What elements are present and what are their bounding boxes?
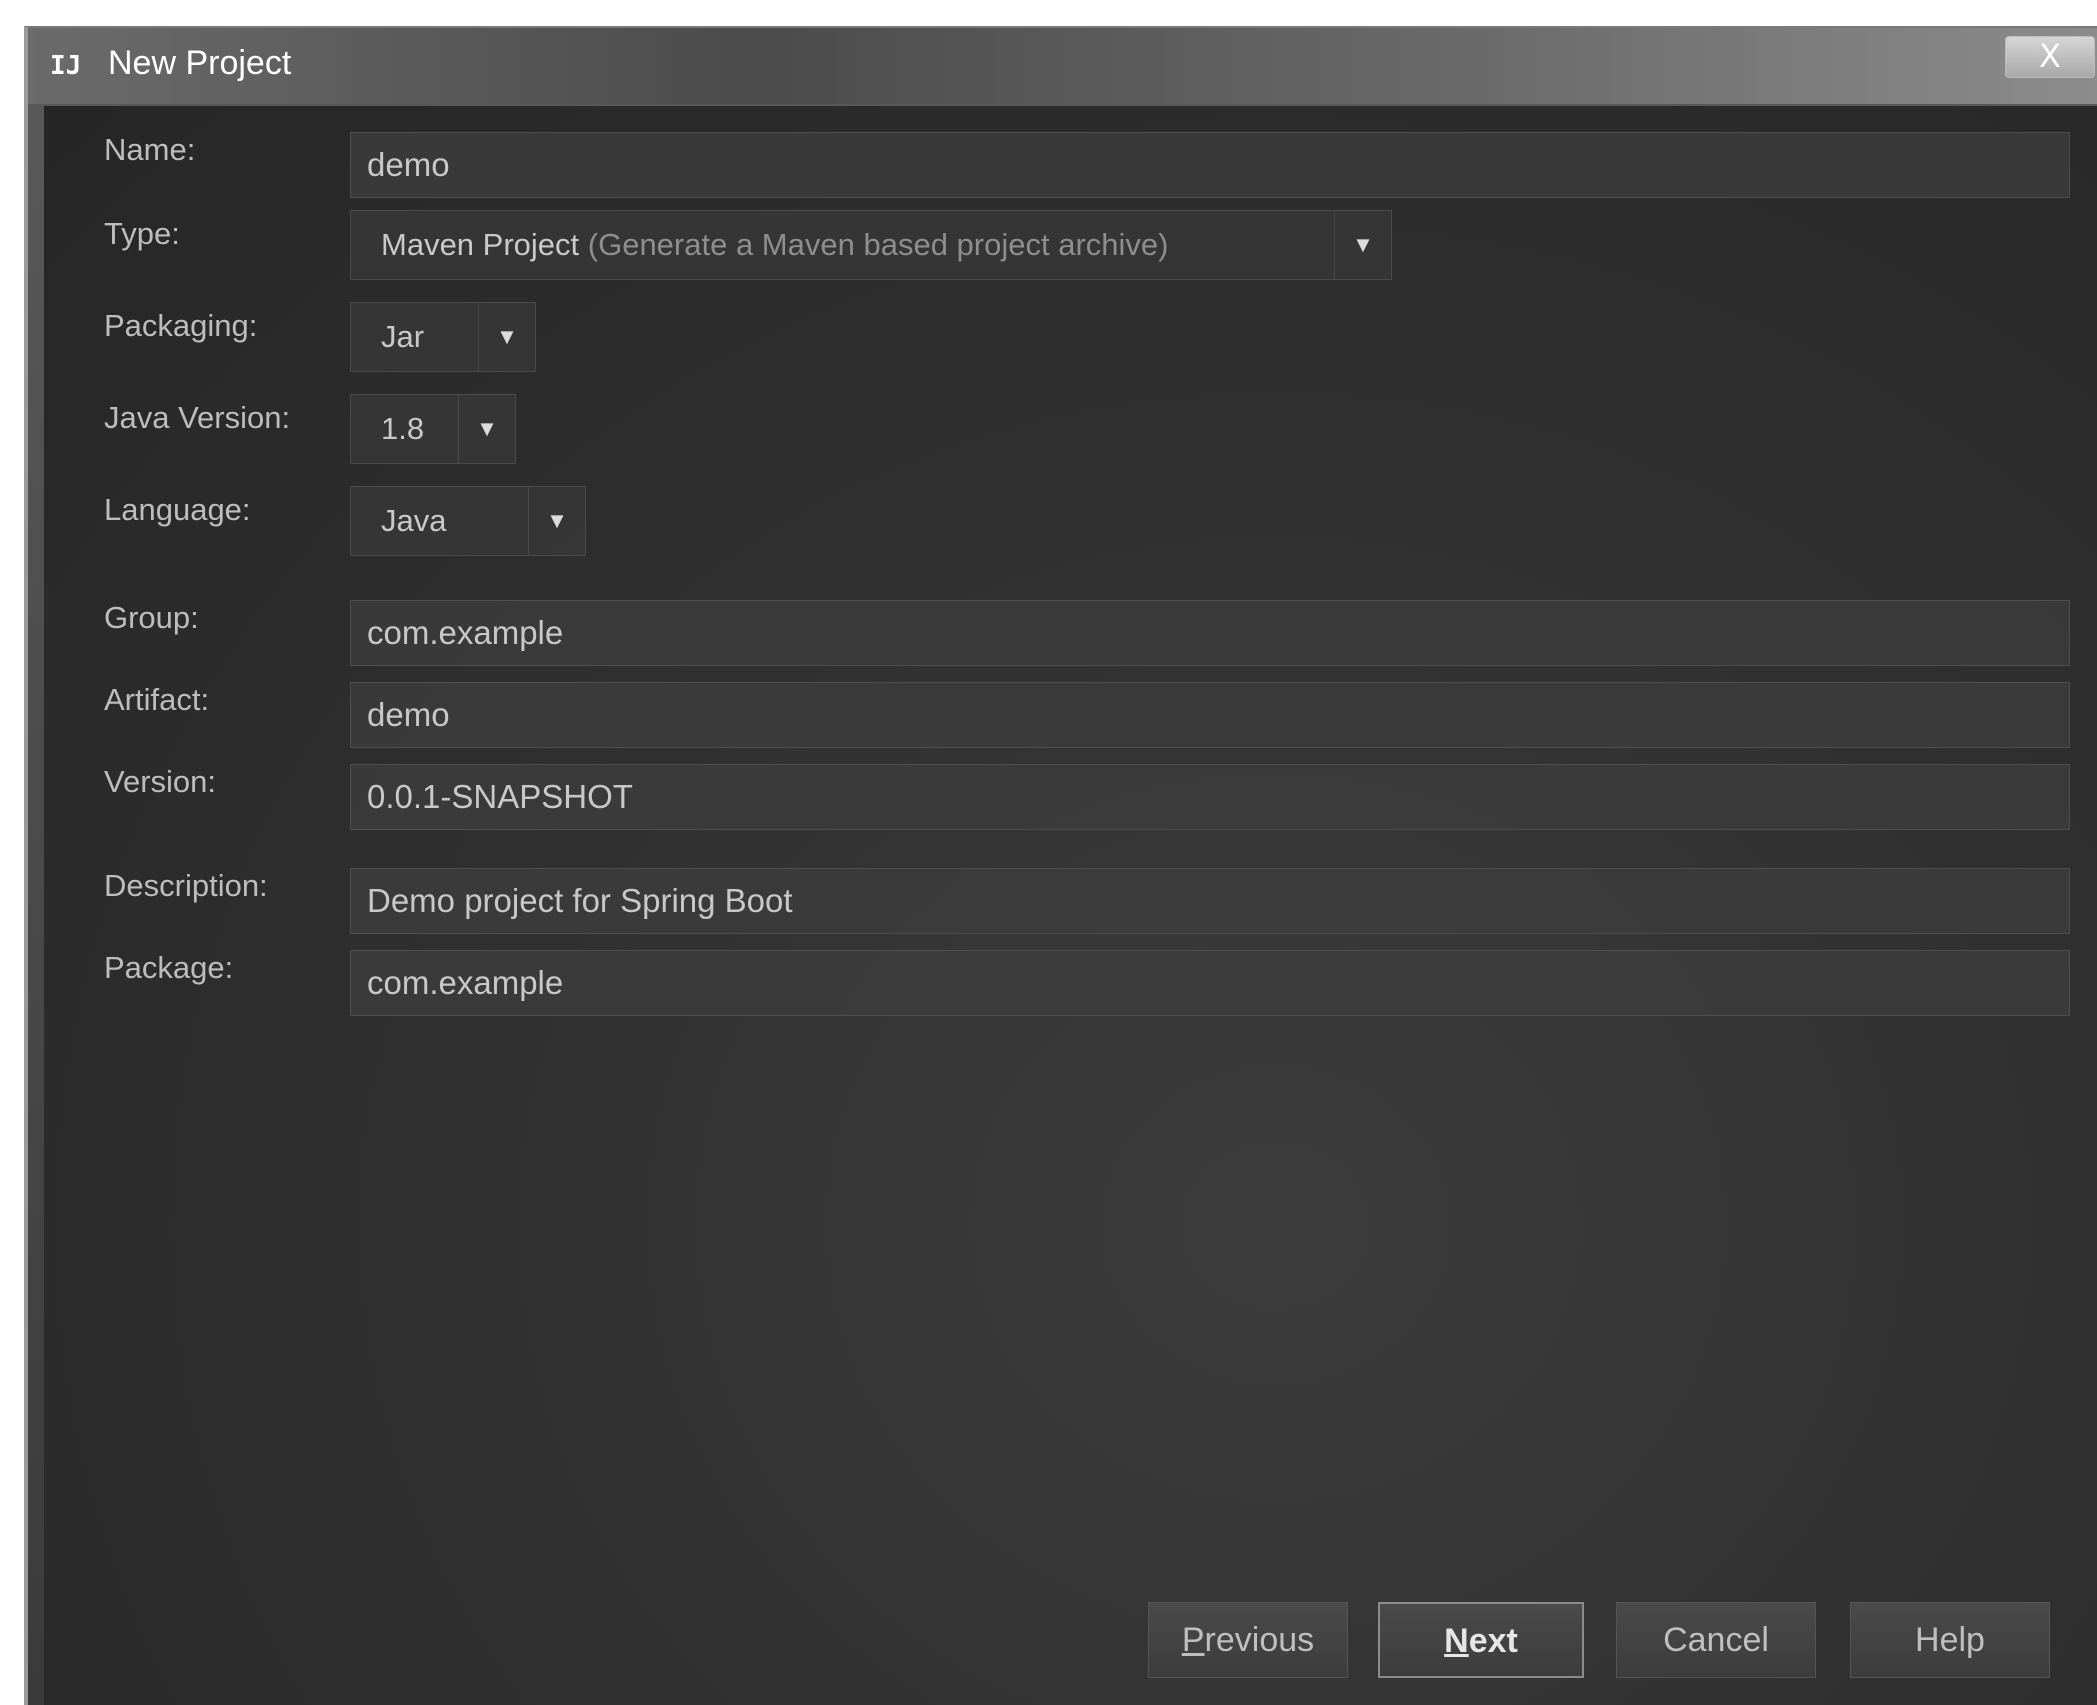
close-icon: X — [2039, 37, 2061, 75]
type-value: Maven Project — [381, 227, 580, 262]
description-input[interactable]: Demo project for Spring Boot — [350, 868, 2070, 934]
type-label: Type: — [104, 216, 180, 251]
name-label: Name: — [104, 132, 196, 167]
type-select[interactable]: Maven Project (Generate a Maven based pr… — [350, 210, 1392, 280]
language-label: Language: — [104, 492, 251, 527]
previous-button[interactable]: Previous — [1148, 1602, 1348, 1678]
type-selected-value: Maven Project (Generate a Maven based pr… — [381, 211, 1168, 279]
close-button[interactable]: X — [2005, 36, 2095, 78]
packaging-label: Packaging: — [104, 308, 258, 343]
packaging-value: Jar — [381, 319, 425, 354]
title-bar[interactable]: IJ New Project X — [28, 28, 2097, 104]
intellij-app-icon: IJ — [50, 51, 82, 81]
description-label: Description: — [104, 868, 268, 903]
package-input[interactable]: com.example — [350, 950, 2070, 1016]
package-label: Package: — [104, 950, 234, 985]
artifact-label: Artifact: — [104, 682, 210, 717]
cancel-button[interactable]: Cancel — [1616, 1602, 1816, 1678]
type-hint: (Generate a Maven based project archive) — [587, 227, 1169, 262]
chevron-down-icon[interactable]: ▼ — [528, 487, 585, 555]
packaging-select[interactable]: Jar ▼ — [350, 302, 536, 372]
group-label: Group: — [104, 600, 199, 635]
chevron-down-icon[interactable]: ▼ — [1334, 211, 1391, 279]
help-button[interactable]: Help — [1850, 1602, 2050, 1678]
artifact-input[interactable]: demo — [350, 682, 2070, 748]
java-version-label: Java Version: — [104, 400, 291, 435]
window-title: New Project — [108, 44, 292, 82]
group-input[interactable]: com.example — [350, 600, 2070, 666]
next-button[interactable]: Next — [1378, 1602, 1584, 1678]
name-input[interactable]: demo — [350, 132, 2070, 198]
next-mnemonic: N — [1444, 1622, 1469, 1660]
version-input[interactable]: 0.0.1-SNAPSHOT — [350, 764, 2070, 830]
java-version-select[interactable]: 1.8 ▼ — [350, 394, 516, 464]
dialog-content: Name: demo Type: Maven Project (Generate… — [44, 106, 2097, 1705]
next-label-rest: ext — [1468, 1622, 1518, 1660]
version-label: Version: — [104, 764, 217, 799]
java-version-value: 1.8 — [381, 411, 425, 446]
language-value: Java — [381, 503, 447, 538]
chevron-down-icon[interactable]: ▼ — [478, 303, 535, 371]
previous-label-rest: revious — [1204, 1621, 1315, 1659]
previous-mnemonic: P — [1181, 1621, 1205, 1659]
chevron-down-icon[interactable]: ▼ — [458, 395, 515, 463]
new-project-dialog: IJ New Project X Name: demo Type: Maven … — [24, 26, 2097, 1705]
language-select[interactable]: Java ▼ — [350, 486, 586, 556]
